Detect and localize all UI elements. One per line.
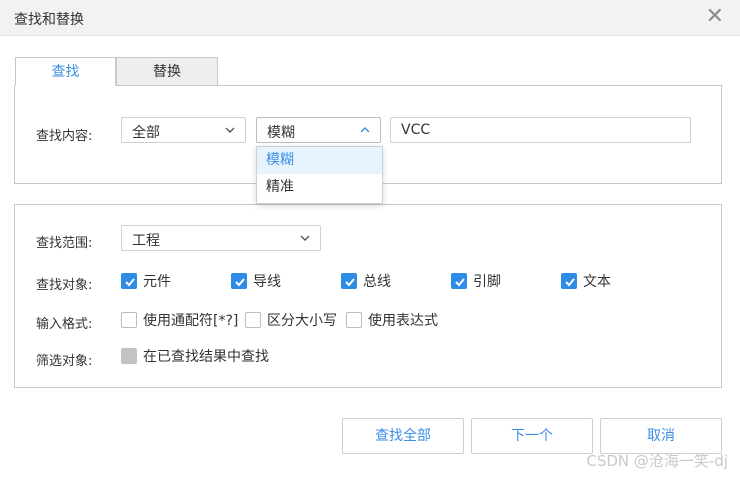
tab-find[interactable]: 查找 [15, 57, 116, 86]
close-icon[interactable]: ✕ [706, 5, 724, 29]
checkbox-expression[interactable]: 使用表达式 [346, 311, 438, 329]
checkbox-disabled-icon [121, 348, 137, 364]
checkbox-search-in-results: 在已查找结果中查找 [121, 347, 269, 365]
chevron-up-icon [360, 127, 370, 133]
checkbox-checked-icon [341, 273, 357, 289]
dropdown-option-exact[interactable]: 精准 [257, 174, 382, 201]
dropdown-option-fuzzy[interactable]: 模糊 [257, 147, 382, 174]
dialog-title: 查找和替换 [14, 12, 84, 28]
match-mode-select[interactable]: 模糊 [256, 117, 381, 143]
range-label: 查找范围: [36, 236, 93, 251]
checkbox-unchecked-icon [245, 312, 261, 328]
checkbox-component[interactable]: 元件 [121, 272, 171, 290]
cancel-button[interactable]: 取消 [600, 418, 722, 454]
checkbox-checked-icon [561, 273, 577, 289]
range-select-value: 工程 [132, 233, 160, 249]
filter-label: 筛选对象: [36, 354, 93, 369]
tab-replace[interactable]: 替换 [116, 57, 218, 86]
checkbox-wire[interactable]: 导线 [231, 272, 281, 290]
checkbox-label: 区分大小写 [267, 313, 337, 329]
checkbox-unchecked-icon [121, 312, 137, 328]
checkbox-checked-icon [231, 273, 247, 289]
checkbox-checked-icon [451, 273, 467, 289]
chevron-down-icon [225, 127, 235, 133]
checkbox-checked-icon [121, 273, 137, 289]
checkbox-label: 在已查找结果中查找 [143, 349, 269, 365]
checkbox-label: 引脚 [473, 274, 501, 290]
checkbox-label: 元件 [143, 274, 171, 290]
dialog-titlebar: 查找和替换 ✕ [0, 0, 740, 36]
find-content-label: 查找内容: [36, 129, 93, 144]
checkbox-unchecked-icon [346, 312, 362, 328]
scope-select-value: 全部 [132, 125, 160, 141]
checkbox-case-sensitive[interactable]: 区分大小写 [245, 311, 337, 329]
chevron-down-icon [300, 235, 310, 241]
checkbox-text[interactable]: 文本 [561, 272, 611, 290]
checkbox-wildcard[interactable]: 使用通配符[*?] [121, 311, 238, 329]
next-button[interactable]: 下一个 [471, 418, 593, 454]
objects-label: 查找对象: [36, 278, 93, 293]
watermark: CSDN @沧海一笑-dj [586, 452, 728, 470]
checkbox-label: 使用表达式 [368, 313, 438, 329]
format-label: 输入格式: [36, 317, 93, 332]
scope-select[interactable]: 全部 [121, 117, 246, 143]
find-all-button[interactable]: 查找全部 [342, 418, 464, 454]
range-select[interactable]: 工程 [121, 225, 321, 251]
match-mode-value: 模糊 [267, 125, 295, 141]
checkbox-label: 使用通配符[*?] [143, 313, 239, 329]
checkbox-label: 文本 [583, 274, 611, 290]
checkbox-label: 导线 [253, 274, 281, 290]
match-mode-dropdown: 模糊 精准 [256, 146, 383, 204]
search-input[interactable] [390, 117, 691, 143]
checkbox-bus[interactable]: 总线 [341, 272, 391, 290]
checkbox-label: 总线 [363, 274, 391, 290]
checkbox-pin[interactable]: 引脚 [451, 272, 501, 290]
